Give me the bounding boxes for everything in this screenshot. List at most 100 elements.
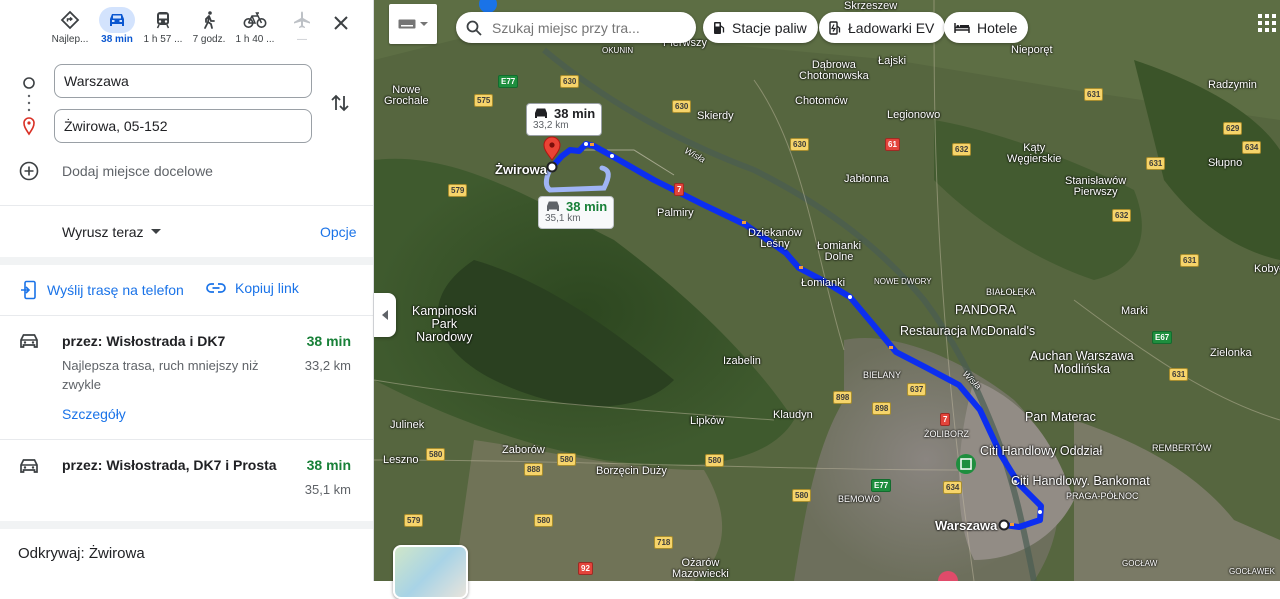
flight-icon	[294, 11, 310, 28]
map-label-izabelin: Izabelin	[723, 355, 761, 367]
travel-mode-label: 38 min	[101, 34, 133, 45]
map-label-nowe-grochale: Nowe Grochale	[384, 84, 429, 107]
road-badge: 631	[1180, 254, 1200, 267]
close-directions-button[interactable]	[330, 12, 352, 34]
travel-mode-car[interactable]: 38 min	[95, 7, 139, 45]
train-icon	[156, 12, 170, 29]
add-destination-label[interactable]: Dodaj miejsce docelowe	[62, 163, 213, 179]
route-callout-alternative[interactable]: 38 min 35,1 km	[538, 196, 615, 229]
add-circle-icon	[19, 161, 39, 181]
road-badge: 630	[560, 75, 580, 88]
travel-mode-bicycle[interactable]: 1 h 40 ...	[233, 10, 277, 45]
map-label-pandora: PANDORA	[955, 303, 1016, 317]
chip-label: Stacje paliw	[732, 19, 807, 36]
car-icon	[547, 201, 559, 211]
travel-mode-label: Najlep...	[51, 34, 89, 45]
map-label-bemowo: BEMOWO	[838, 494, 880, 504]
map-label-skrzeszew: Skrzeszew	[844, 0, 898, 12]
origin-input[interactable]	[54, 64, 312, 98]
route-details-link[interactable]: Szczegóły	[62, 406, 126, 422]
map-label-klaudyn: Klaudyn	[773, 409, 813, 421]
route-distance: 33,2 km	[304, 358, 351, 373]
map-label-jablonna: Jabłonna	[844, 173, 889, 185]
map-label-rembertow: REMBERTÓW	[1152, 443, 1212, 453]
map-label-nieporet: Nieporęt	[1011, 44, 1053, 56]
map-label-mcdonalds: Restauracja McDonald's	[900, 324, 1036, 338]
travel-mode-label: —	[297, 34, 307, 45]
close-icon	[334, 16, 348, 30]
road-badge: 7	[940, 413, 951, 426]
chip-gas-stations[interactable]: Stacje paliw	[703, 12, 818, 43]
map-label-ozarow: Ożarów Mazowiecki	[672, 557, 729, 580]
swap-origin-destination-button[interactable]	[329, 92, 351, 119]
route-title: przez: Wisłostrada i DK7	[62, 333, 226, 349]
map-label-dziekanow: Dziekanów Leśny	[748, 227, 802, 250]
road-badge: 898	[872, 402, 892, 415]
road-badge: 632	[1112, 209, 1132, 222]
travel-mode-transit[interactable]: 1 h 57 ...	[141, 10, 185, 45]
map-label-kobylka: Kobyłk	[1254, 263, 1280, 275]
send-to-phone-button[interactable]: Wyślij trasę na telefon	[20, 280, 184, 300]
callout-distance: 35,1 km	[545, 213, 581, 224]
google-apps-button[interactable]	[1258, 14, 1276, 37]
chip-hotels[interactable]: Hotele	[944, 12, 1029, 43]
walk-icon	[204, 11, 215, 29]
map-label-slupno: Słupno	[1208, 157, 1243, 169]
map-label-zoliborz: ŻOLIBORZ	[924, 429, 970, 439]
car-icon	[110, 14, 124, 26]
map-label-goclaw: GOCŁAW	[1122, 559, 1158, 568]
map-label-borzecin: Borzęcin Duży	[596, 465, 667, 477]
route-connector-icon	[23, 77, 35, 136]
callout-time: 38 min	[554, 105, 596, 121]
map-label-nowe-dwory: NOWE DWORY	[874, 277, 932, 286]
map-label-okunin: OKUNIN	[602, 46, 634, 55]
road-badge: 631	[1084, 88, 1104, 101]
road-badge: 579	[448, 184, 468, 197]
map-label-zwirowa: Żwirowa	[495, 162, 548, 177]
map-label-goclawek: GOCŁAWEK	[1229, 567, 1275, 576]
destination-input[interactable]	[54, 109, 312, 143]
callout-time: 38 min	[566, 198, 608, 214]
departure-time-dropdown[interactable]: Wyrusz teraz	[62, 224, 162, 240]
add-destination-button[interactable]	[19, 161, 39, 186]
travel-mode-label: 7 godz.	[192, 34, 226, 45]
travel-mode-flight[interactable]: —	[280, 10, 324, 45]
route-callout-primary[interactable]: 38 min 33,2 km	[526, 103, 603, 136]
road-badge: 579	[404, 514, 424, 527]
apps-grid-icon	[1258, 14, 1276, 32]
collapse-panel-button[interactable]	[374, 293, 396, 337]
layers-thumbnail-button[interactable]	[393, 545, 468, 599]
road-badge: E77	[498, 75, 519, 88]
map-label-kampinoski: Kampinoski Park Narodowy	[412, 304, 477, 344]
travel-mode-walk[interactable]: 7 godz.	[187, 10, 231, 45]
chip-ev-chargers[interactable]: Ładowarki EV	[819, 12, 946, 43]
map-search-input[interactable]	[490, 18, 684, 37]
road-badge: 634	[1242, 141, 1262, 154]
send-to-phone-label: Wyślij trasę na telefon	[47, 282, 184, 298]
route-description: Najlepsza trasa, ruch mniejszy niż zwykl…	[62, 358, 259, 392]
road-badge: 631	[1169, 368, 1189, 381]
car-icon	[20, 459, 38, 473]
road-badge: 630	[790, 138, 810, 151]
travel-mode-label: 1 h 40 ...	[235, 34, 275, 45]
satellite-map[interactable]: Żwirowa Warszawa Kampinoski Park Narodow…	[374, 0, 1280, 581]
options-button[interactable]: Opcje	[320, 224, 357, 240]
best-route-icon	[60, 10, 80, 30]
road-badge: 580	[426, 448, 446, 461]
road-badge: 575	[474, 94, 494, 107]
road-badge: 888	[524, 463, 544, 476]
map-label-lipkow: Lipków	[690, 415, 725, 427]
road-badge: 580	[557, 453, 577, 466]
bicycle-icon	[243, 12, 267, 28]
dropdown-arrow-icon	[150, 229, 161, 234]
map-search-box[interactable]	[456, 12, 696, 43]
copy-link-button[interactable]: Kopiuj link	[206, 280, 299, 296]
input-tools-button[interactable]	[389, 4, 437, 44]
travel-mode-best[interactable]: Najlep...	[48, 10, 92, 45]
map-label-dabrowa: Dąbrowa Chotomowska	[799, 59, 869, 82]
explore-heading: Odkrywaj: Żwirowa	[18, 545, 145, 562]
map-label-palmiry: Palmiry	[657, 207, 694, 219]
map-label-auchan: Auchan Warszawa Modlińska	[1030, 349, 1134, 376]
map-label-citi-oddzial: Citi Handlowy Oddział	[980, 444, 1103, 458]
map-label-zaborow: Zaborów	[502, 444, 545, 456]
